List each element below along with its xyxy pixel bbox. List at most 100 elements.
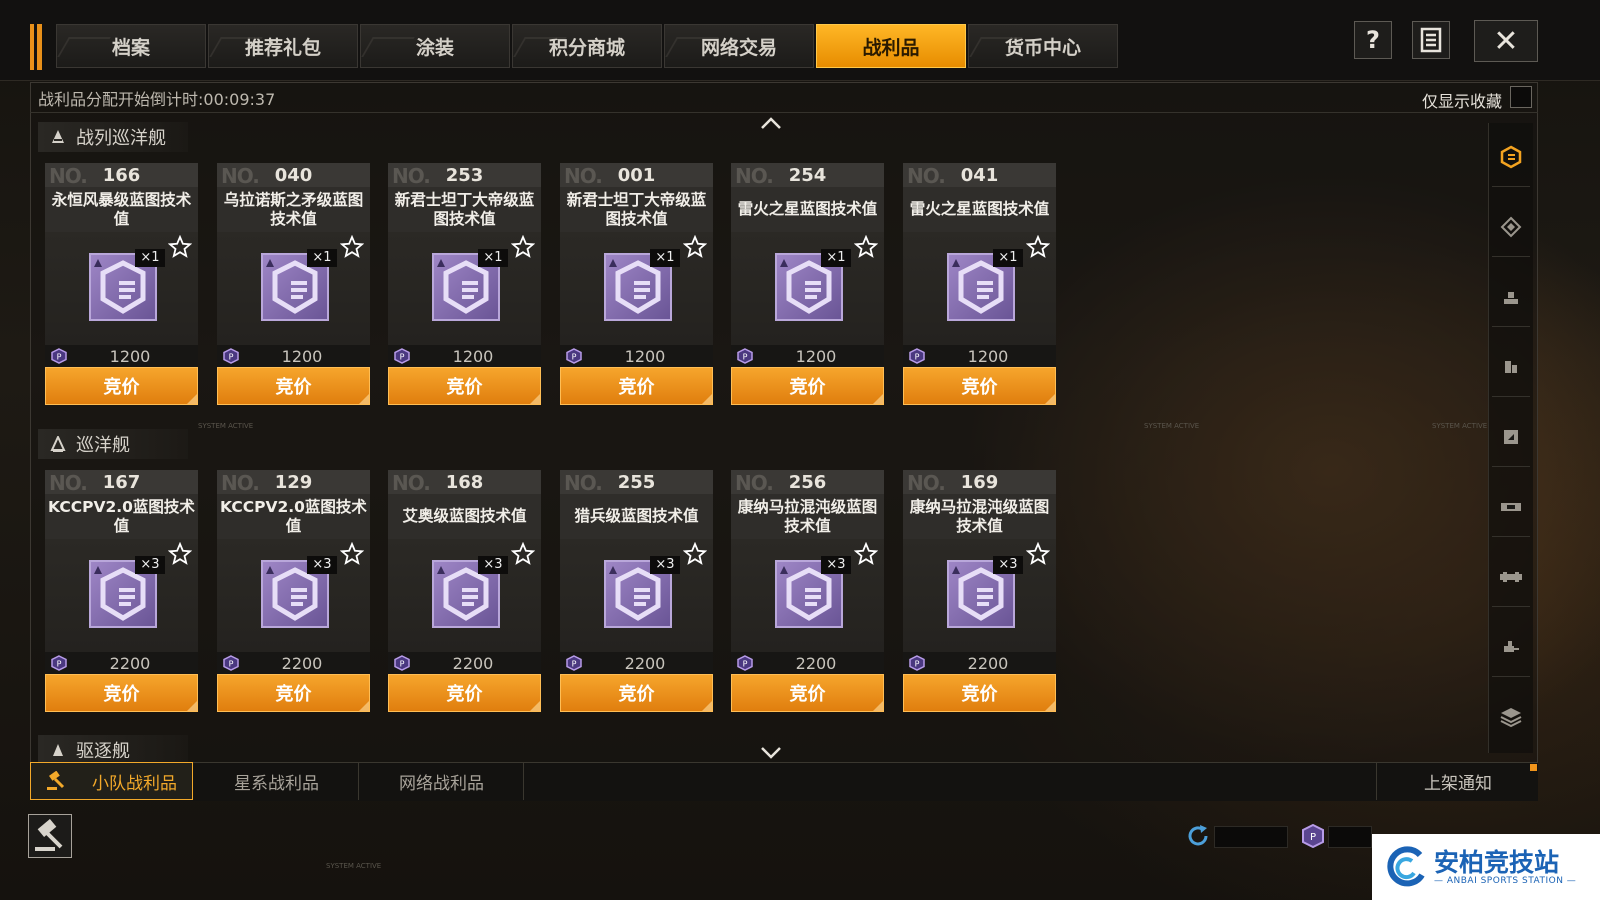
rail-misc[interactable] xyxy=(1496,702,1526,732)
bid-button[interactable]: 竞价 xyxy=(731,674,884,712)
bid-button[interactable]: 竞价 xyxy=(217,367,370,405)
scroll-up-icon[interactable] xyxy=(760,116,782,130)
rail-cruiser[interactable] xyxy=(1496,492,1526,522)
tab-recommended-packs[interactable]: 推荐礼包 xyxy=(208,24,358,68)
battlecruiser-card[interactable]: NO. 001 新君士坦丁大帝级蓝图技术值 ×1 P 1200 竞价 xyxy=(560,163,713,406)
bid-button[interactable]: 竞价 xyxy=(217,674,370,712)
battlecruiser-class-icon xyxy=(52,130,64,143)
faint-text: SYSTEM ACTIVE xyxy=(326,862,382,870)
bid-button[interactable]: 竞价 xyxy=(560,367,713,405)
rail-capital-ship[interactable] xyxy=(1496,212,1526,242)
rail-all-category[interactable] xyxy=(1496,142,1526,172)
watermark-logo: 安柏竞技站 — ANBAI SPORTS STATION — xyxy=(1372,834,1600,900)
bid-button[interactable]: 竞价 xyxy=(731,367,884,405)
top-accent-stripe xyxy=(30,24,42,70)
bid-button[interactable]: 竞价 xyxy=(388,367,541,405)
tab-network-spoils[interactable]: 网络战利品 xyxy=(360,762,524,800)
card-item-name: 康纳马拉混沌级蓝图技术值 xyxy=(731,494,884,539)
cruiser-card[interactable]: NO. 255 猎兵级蓝图技术值 ×3 P 2200 竞价 xyxy=(560,470,713,713)
cruiser-card[interactable]: NO. 169 康纳马拉混沌级蓝图技术值 ×3 P 2200 竞价 xyxy=(903,470,1056,713)
favorites-only-label: 仅显示收藏 xyxy=(1421,92,1502,111)
item-quantity: ×3 xyxy=(993,556,1023,574)
layers-icon xyxy=(1500,708,1522,728)
favorite-star-icon[interactable] xyxy=(340,235,364,259)
cruiser-card[interactable]: NO. 168 艾奥级蓝图技术值 ×3 P 2200 竞价 xyxy=(388,470,541,713)
log-button[interactable] xyxy=(1412,21,1450,59)
carrier-icon xyxy=(1504,292,1518,304)
card-item-name: 康纳马拉混沌级蓝图技术值 xyxy=(903,494,1056,539)
favorite-star-icon[interactable] xyxy=(683,542,707,566)
item-quantity: ×1 xyxy=(135,249,165,267)
listing-notice-button[interactable]: 上架通知 xyxy=(1376,762,1539,800)
section-cruiser: 巡洋舰 xyxy=(38,429,188,459)
tab-points-mall[interactable]: 积分商城 xyxy=(512,24,662,68)
bid-button[interactable]: 竞价 xyxy=(903,674,1056,712)
card-number: 129 xyxy=(274,472,313,493)
tab-currency-center[interactable]: 货币中心 xyxy=(968,24,1118,68)
blueprint-coin-icon: P xyxy=(1302,824,1324,848)
scroll-down-icon[interactable] xyxy=(760,746,782,760)
section-title: 战列巡洋舰 xyxy=(76,128,166,149)
favorite-star-icon[interactable] xyxy=(340,542,364,566)
destroyer-class-icon xyxy=(53,744,63,756)
capital-ship-icon xyxy=(1500,216,1522,238)
rail-battleship[interactable] xyxy=(1496,352,1526,382)
favorite-star-icon[interactable] xyxy=(511,235,535,259)
tab-spoils[interactable]: 战利品 xyxy=(816,24,966,68)
favorite-star-icon[interactable] xyxy=(1026,542,1050,566)
card-number: 167 xyxy=(102,472,141,493)
battlecruiser-card[interactable]: NO. 254 雷火之星蓝图技术值 ×1 P 1200 竞价 xyxy=(731,163,884,406)
help-button[interactable]: ? xyxy=(1354,21,1392,59)
bid-button[interactable]: 竞价 xyxy=(903,367,1056,405)
rail-battlecruiser[interactable] xyxy=(1496,422,1526,452)
tab-archive[interactable]: 档案 xyxy=(56,24,206,68)
currency-box xyxy=(1214,826,1288,848)
battleship-icon xyxy=(1505,361,1517,373)
battlecruiser-card[interactable]: NO. 040 乌拉诺斯之矛级蓝图技术值 ×1 P 1200 竞价 xyxy=(217,163,370,406)
rail-carrier[interactable] xyxy=(1496,282,1526,312)
card-item-name: 雷火之星蓝图技术值 xyxy=(731,187,884,232)
auction-button[interactable] xyxy=(28,814,72,858)
favorite-star-icon[interactable] xyxy=(683,235,707,259)
item-quantity: ×1 xyxy=(821,249,851,267)
bid-button[interactable]: 竞价 xyxy=(45,674,198,712)
favorite-star-icon[interactable] xyxy=(854,235,878,259)
rail-divider xyxy=(1492,396,1530,397)
currency-box xyxy=(1328,826,1372,848)
favorite-star-icon[interactable] xyxy=(168,235,192,259)
tab-squad-spoils[interactable]: 小队战利品 xyxy=(30,762,193,800)
favorite-star-icon[interactable] xyxy=(511,542,535,566)
cruiser-card[interactable]: NO. 129 KCCPV2.0蓝图技术值 ×3 P 2200 竞价 xyxy=(217,470,370,713)
tab-galaxy-spoils[interactable]: 星系战利品 xyxy=(195,762,359,800)
bid-button[interactable]: 竞价 xyxy=(560,674,713,712)
tab-network-trade[interactable]: 网络交易 xyxy=(664,24,814,68)
bid-price: 1200 xyxy=(281,347,323,366)
favorite-star-icon[interactable] xyxy=(854,542,878,566)
item-quantity: ×3 xyxy=(650,556,680,574)
tab-label: 涂装 xyxy=(415,36,454,59)
favorites-only-checkbox[interactable] xyxy=(1510,86,1532,108)
battlecruiser-card[interactable]: NO. 041 雷火之星蓝图技术值 ×1 P 1200 竞价 xyxy=(903,163,1056,406)
battlecruiser-card[interactable]: NO. 253 新君士坦丁大帝级蓝图技术值 ×1 P 1200 竞价 xyxy=(388,163,541,406)
tab-skins[interactable]: 涂装 xyxy=(360,24,510,68)
bid-price: 2200 xyxy=(967,654,1009,673)
favorite-star-icon[interactable] xyxy=(1026,235,1050,259)
card-number: 166 xyxy=(102,165,141,186)
faint-text: SYSTEM ACTIVE xyxy=(1144,422,1200,430)
favorite-star-icon[interactable] xyxy=(168,542,192,566)
bid-button[interactable]: 竞价 xyxy=(45,367,198,405)
bid-button[interactable]: 竞价 xyxy=(388,674,541,712)
close-button[interactable]: ✕ xyxy=(1474,20,1538,62)
battlecruiser-card[interactable]: NO. 166 永恒风暴级蓝图技术值 ×1 P 1200 竞价 xyxy=(45,163,198,406)
rail-frigate[interactable] xyxy=(1496,632,1526,662)
card-item-name: 艾奥级蓝图技术值 xyxy=(388,494,541,539)
bid-price: 2200 xyxy=(452,654,494,673)
card-item-name: KCCPV2.0蓝图技术值 xyxy=(45,494,198,539)
rail-divider xyxy=(1492,326,1530,327)
cruiser-card[interactable]: NO. 256 康纳马拉混沌级蓝图技术值 ×3 P 2200 竞价 xyxy=(731,470,884,713)
close-icon: ✕ xyxy=(1493,23,1519,59)
frigate-icon xyxy=(1504,641,1519,652)
cruiser-card[interactable]: NO. 167 KCCPV2.0蓝图技术值 ×3 P 2200 竞价 xyxy=(45,470,198,713)
refresh-icon[interactable] xyxy=(1186,824,1210,848)
rail-destroyer[interactable] xyxy=(1496,562,1526,592)
